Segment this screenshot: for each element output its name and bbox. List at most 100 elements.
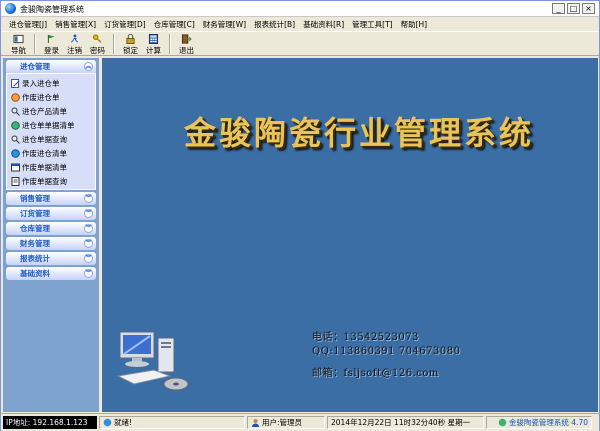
- window-title: 金骏陶瓷管理系统: [20, 5, 84, 14]
- status-user-text: 用户:管理员: [262, 418, 303, 427]
- navigation-icon: [13, 34, 24, 44]
- lock-icon: [126, 34, 135, 44]
- minimize-button[interactable]: _: [552, 3, 565, 14]
- sidebar-item-label: 作废进仓清单: [22, 148, 67, 158]
- chevron-down-icon[interactable]: ︾: [84, 194, 93, 203]
- menu-finance[interactable]: 财务管理[W]: [199, 19, 250, 30]
- sidebar-item-voided-documents[interactable]: 作废单据清单: [7, 160, 95, 174]
- sidebar-item-inbound-products[interactable]: 进仓产品清单: [7, 104, 95, 118]
- panel-header-inbound[interactable]: 进仓管理 ︽: [6, 60, 96, 73]
- chevron-down-icon[interactable]: ︾: [84, 269, 93, 278]
- status-version-text: 金骏陶瓷管理系统 4.70: [508, 418, 588, 427]
- menu-base-data[interactable]: 基础资料[R]: [299, 19, 348, 30]
- nav-label: 导航: [11, 46, 26, 55]
- toolbar: 导航 登录 注销 密码 锁定 计算 退出: [1, 31, 599, 56]
- exit-door-icon: [181, 34, 192, 44]
- app-globe-icon: [5, 3, 16, 14]
- panel-header-reports[interactable]: 报表统计 ︾: [6, 252, 96, 265]
- sidebar-item-inbound-documents[interactable]: 进仓单单据清单: [7, 118, 95, 132]
- login-label: 登录: [44, 46, 59, 55]
- sidebar-item-label: 进仓单据查询: [22, 134, 67, 144]
- lock-label: 锁定: [123, 46, 138, 55]
- menu-inbound[interactable]: 进仓管理[J]: [5, 19, 51, 30]
- void-icon: [11, 92, 20, 102]
- status-version: 金骏陶瓷管理系统 4.70: [486, 416, 592, 429]
- search-icon: [11, 135, 20, 144]
- password-button[interactable]: 密码: [86, 32, 109, 56]
- main-workspace: 金骏陶瓷行业管理系统 电话：13542523073 QQ:113860391 7…: [102, 58, 598, 412]
- navigation-sidebar: 进仓管理 ︽ 录入进仓单 作废进仓单 进仓产品清单 进仓单单据清单 进仓单据查询…: [3, 58, 99, 412]
- status-ready: 就绪!: [99, 416, 245, 429]
- logout-button[interactable]: 注销: [63, 32, 86, 56]
- sidebar-item-inbound-query[interactable]: 进仓单据查询: [7, 132, 95, 146]
- computer-illustration-icon: [116, 331, 189, 391]
- toolbar-separator: [34, 34, 36, 54]
- chevron-down-icon[interactable]: ︾: [84, 224, 93, 233]
- logout-label: 注销: [67, 46, 82, 55]
- panel-header-finance[interactable]: 财务管理 ︾: [6, 237, 96, 250]
- lock-button[interactable]: 锁定: [119, 32, 142, 56]
- runner-icon: [70, 34, 79, 43]
- maximize-button[interactable]: □: [567, 3, 580, 14]
- menu-reports[interactable]: 报表统计[B]: [250, 19, 299, 30]
- sidebar-item-label: 作废单据查询: [22, 176, 67, 186]
- password-label: 密码: [90, 46, 105, 55]
- panel-title: 基础资料: [20, 269, 50, 278]
- status-datetime: 2014年12月22日 11时32分40秒 星期一: [327, 416, 484, 429]
- sidebar-item-label: 进仓产品清单: [22, 106, 67, 116]
- system-title: 金骏陶瓷行业管理系统: [184, 114, 535, 152]
- app-window: 金骏陶瓷管理系统 _ □ × 进仓管理[J] 销售管理[X] 订货管理[D] 仓…: [0, 0, 600, 431]
- document-icon: [11, 176, 20, 186]
- edit-document-icon: [11, 78, 20, 88]
- chevron-up-icon[interactable]: ︽: [84, 62, 93, 71]
- sidebar-item-label: 作废进仓单: [22, 92, 60, 102]
- search-icon: [11, 107, 20, 116]
- chevron-down-icon[interactable]: ︾: [84, 209, 93, 218]
- panel-header-warehouse[interactable]: 仓库管理 ︾: [6, 222, 96, 235]
- contact-email: 邮箱：fsljsoft@126.com: [312, 368, 439, 379]
- user-icon: [252, 419, 259, 427]
- status-ready-text: 就绪!: [114, 418, 133, 427]
- sidebar-item-voided-inbound-list[interactable]: 作废进仓清单: [7, 146, 95, 160]
- refresh-icon: [11, 120, 20, 130]
- title-bar: 金骏陶瓷管理系统 _ □ ×: [1, 1, 599, 17]
- panel-header-orders[interactable]: 订货管理 ︾: [6, 207, 96, 220]
- key-icon: [92, 34, 102, 43]
- sidebar-item-create-inbound[interactable]: 录入进仓单: [7, 76, 95, 90]
- app-version-icon: [498, 418, 507, 427]
- flag-icon: [47, 34, 55, 44]
- globe-icon: [11, 148, 20, 158]
- panel-title: 进仓管理: [20, 62, 50, 71]
- panel-header-sales[interactable]: 销售管理 ︾: [6, 192, 96, 205]
- chevron-down-icon[interactable]: ︾: [84, 239, 93, 248]
- panel-header-base-data[interactable]: 基础资料 ︾: [6, 267, 96, 280]
- sidebar-item-voided-query[interactable]: 作废单据查询: [7, 174, 95, 188]
- calculator-icon: [148, 34, 159, 44]
- panel-title: 仓库管理: [20, 224, 50, 233]
- status-ip-address: IP地址: 192.168.1.123: [3, 416, 97, 429]
- panel-title: 财务管理: [20, 239, 50, 248]
- exit-button[interactable]: 退出: [175, 32, 198, 56]
- menu-warehouse[interactable]: 仓库管理[C]: [150, 19, 199, 30]
- menu-tools[interactable]: 管理工具[T]: [348, 19, 396, 30]
- panel-title: 订货管理: [20, 209, 50, 218]
- nav-button[interactable]: 导航: [7, 32, 30, 56]
- calculator-button[interactable]: 计算: [142, 32, 165, 56]
- status-datetime-text: 2014年12月22日 11时32分40秒 星期一: [331, 418, 471, 427]
- chevron-down-icon[interactable]: ︾: [84, 254, 93, 263]
- sidebar-item-label: 作废单据清单: [22, 162, 67, 172]
- status-bar: IP地址: 192.168.1.123 就绪! 用户:管理员 2014年12月2…: [1, 413, 599, 431]
- contact-qq: QQ:113860391 704673080: [312, 346, 461, 357]
- calculator-label: 计算: [146, 46, 161, 55]
- exit-label: 退出: [179, 46, 194, 55]
- close-button[interactable]: ×: [582, 3, 595, 14]
- menu-help[interactable]: 帮助[H]: [397, 19, 432, 30]
- sidebar-item-label: 进仓单单据清单: [22, 120, 75, 130]
- list-window-icon: [11, 163, 20, 171]
- menu-orders[interactable]: 订货管理[D]: [100, 19, 150, 30]
- info-icon: [103, 418, 112, 427]
- panel-body-inbound: 录入进仓单 作废进仓单 进仓产品清单 进仓单单据清单 进仓单据查询 作废进仓清单: [6, 73, 96, 190]
- sidebar-item-void-inbound[interactable]: 作废进仓单: [7, 90, 95, 104]
- menu-sales[interactable]: 销售管理[X]: [51, 19, 100, 30]
- login-button[interactable]: 登录: [40, 32, 63, 56]
